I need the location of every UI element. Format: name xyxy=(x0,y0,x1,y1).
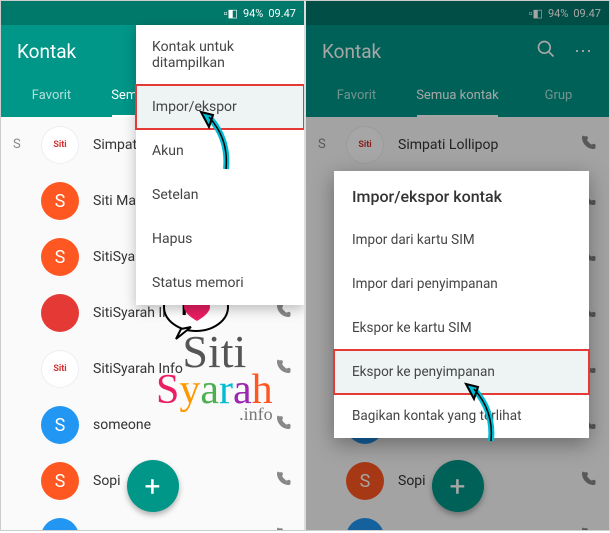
arrow-annotation-left xyxy=(191,109,241,179)
contact-name: someone xyxy=(93,417,274,433)
avatar: S xyxy=(41,462,79,500)
phone-right: ▫◧ 94% 09.47 Kontak ⋯ Favorit Semua kont… xyxy=(306,1,609,530)
phone-left: ▫◧ 94% 09.47 Kontak Favorit Semua kontak… xyxy=(1,1,304,530)
avatar: S xyxy=(346,518,384,530)
menu-memory-status[interactable]: Status memori xyxy=(136,261,304,305)
dialog-export-sim[interactable]: Ekspor ke kartu SIM xyxy=(334,306,589,350)
tabs: Favorit Semua kontak Grup xyxy=(306,77,609,117)
phone-icon[interactable] xyxy=(274,414,292,436)
app-title: Kontak xyxy=(322,40,381,63)
overflow-icon[interactable]: ⋯ xyxy=(574,41,593,62)
clock: 09.47 xyxy=(573,7,601,20)
avatar: S xyxy=(346,462,384,500)
status-bar: ▫◧ 94% 09.47 xyxy=(306,1,609,25)
avatar: Siti xyxy=(41,126,79,164)
dialog-import-sim[interactable]: Impor dari kartu SIM xyxy=(334,218,589,262)
contact-row[interactable]: Ssupport@hawkhost.com xyxy=(1,509,304,530)
dialog-title: Impor/ekspor kontak xyxy=(334,171,589,218)
avatar: S xyxy=(41,406,79,444)
section-letter: S xyxy=(318,137,326,152)
contact-name: Sopi xyxy=(398,473,579,489)
contact-row[interactable]: Siti Simpati Lollipop xyxy=(306,117,609,173)
contact-row[interactable]: Ssupport@hawkhost.com xyxy=(306,509,609,530)
battery-text: 94% xyxy=(548,7,568,20)
clock: 09.47 xyxy=(268,7,296,20)
tab-grup[interactable]: Grup xyxy=(508,77,609,117)
section-letter: S xyxy=(13,137,21,152)
app-title: Kontak xyxy=(17,40,76,63)
contact-name: Simpati Lollipop xyxy=(398,137,579,153)
contact-row[interactable]: Siti SitiSyarah Info xyxy=(1,341,304,397)
phone-icon[interactable] xyxy=(274,302,292,324)
fab-add[interactable]: + xyxy=(127,460,179,512)
fab-add[interactable]: + xyxy=(432,460,484,512)
phone-icon[interactable] xyxy=(274,470,292,492)
menu-display-contacts[interactable]: Kontak untuk ditampilkan xyxy=(136,25,304,85)
menu-settings[interactable]: Setelan xyxy=(136,173,304,217)
menu-delete[interactable]: Hapus xyxy=(136,217,304,261)
app-bar: Kontak ⋯ xyxy=(306,25,609,77)
tab-semua[interactable]: Semua kontak xyxy=(407,77,508,117)
avatar: S xyxy=(41,238,79,276)
avatar xyxy=(41,294,79,332)
contact-name: support@hawkhost.com xyxy=(93,529,274,530)
contact-row[interactable]: Ssomeone xyxy=(1,397,304,453)
tab-favorit[interactable]: Favorit xyxy=(306,77,407,117)
avatar: S xyxy=(41,182,79,220)
avatar: S xyxy=(41,518,79,530)
phone-icon[interactable] xyxy=(579,470,597,492)
tab-favorit[interactable]: Favorit xyxy=(1,77,102,117)
signal-icon: ▫◧ xyxy=(224,7,238,20)
dialog-import-storage[interactable]: Impor dari penyimpanan xyxy=(334,262,589,306)
search-icon[interactable] xyxy=(536,39,556,64)
avatar: Siti xyxy=(41,350,79,388)
contact-name: support@hawkhost.com xyxy=(398,529,579,530)
phone-icon[interactable] xyxy=(579,526,597,530)
status-bar: ▫◧ 94% 09.47 xyxy=(1,1,304,25)
arrow-annotation-right xyxy=(456,381,506,451)
phone-icon[interactable] xyxy=(274,526,292,530)
contact-name: SitiSyarah Info xyxy=(93,361,274,377)
phone-icon[interactable] xyxy=(274,358,292,380)
contact-name: Sopi xyxy=(93,473,274,489)
phone-icon[interactable] xyxy=(579,134,597,156)
avatar: Siti xyxy=(346,126,384,164)
battery-text: 94% xyxy=(243,7,263,20)
signal-icon: ▫◧ xyxy=(529,7,543,20)
